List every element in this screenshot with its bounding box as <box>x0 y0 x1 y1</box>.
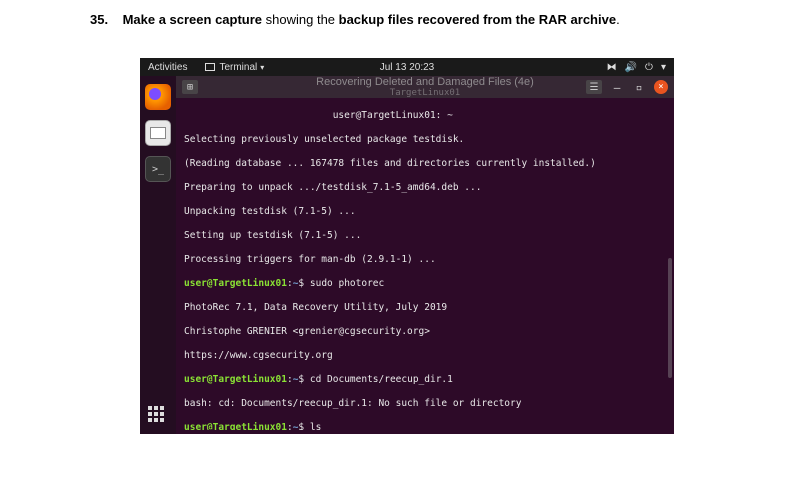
terminal-app-menu[interactable]: Terminal ▾ <box>205 62 264 73</box>
files-icon[interactable] <box>145 120 171 146</box>
volume-icon: 🔊 <box>625 62 637 73</box>
system-tray[interactable]: ⧓ 🔊 ⏻ ▾ <box>607 62 666 73</box>
gnome-topbar: Activities Terminal ▾ Jul 13 20:23 ⧓ 🔊 ⏻… <box>140 58 674 76</box>
scrollbar[interactable] <box>668 258 672 378</box>
terminal-titlebar: ⊞ Recovering Deleted and Damaged Files (… <box>176 76 674 98</box>
chevron-down-icon: ▾ <box>661 62 666 73</box>
hamburger-menu-button[interactable]: ☰ <box>586 80 602 94</box>
gnome-dock: >_ <box>140 76 176 434</box>
instruction-bold-2: backup files recovered from the RAR arch… <box>339 12 616 27</box>
close-button[interactable]: × <box>654 80 668 94</box>
firefox-icon[interactable] <box>145 84 171 110</box>
new-tab-button[interactable]: ⊞ <box>182 80 198 94</box>
power-icon: ⏻ <box>645 62 653 73</box>
minimize-button[interactable]: — <box>610 80 624 94</box>
terminal-icon <box>205 63 215 71</box>
instruction-number: 35. <box>90 12 108 27</box>
show-apps-icon[interactable] <box>148 406 168 426</box>
maximize-button[interactable]: ▫ <box>632 80 646 94</box>
chevron-down-icon: ▾ <box>260 63 264 72</box>
window-title-overlay: Recovering Deleted and Damaged Files (4e… <box>316 76 534 98</box>
network-icon: ⧓ <box>607 62 617 73</box>
prompt-line: user@TargetLinux01:~$ sudo photorec <box>184 278 668 290</box>
terminal-output[interactable]: user@TargetLinux01: ~ Selecting previous… <box>184 98 668 430</box>
activities-button[interactable]: Activities <box>140 62 187 73</box>
prompt-line: user@TargetLinux01:~$ ls <box>184 422 668 430</box>
clock[interactable]: Jul 13 20:23 <box>380 62 435 73</box>
screenshot-image: Activities Terminal ▾ Jul 13 20:23 ⧓ 🔊 ⏻… <box>140 58 674 434</box>
prompt-line: user@TargetLinux01:~$ cd Documents/reecu… <box>184 374 668 386</box>
instruction-text: 35. Make a screen capture showing the ba… <box>90 12 620 27</box>
instruction-bold-1: Make a screen capture <box>123 12 262 27</box>
terminal-dock-icon[interactable]: >_ <box>145 156 171 182</box>
